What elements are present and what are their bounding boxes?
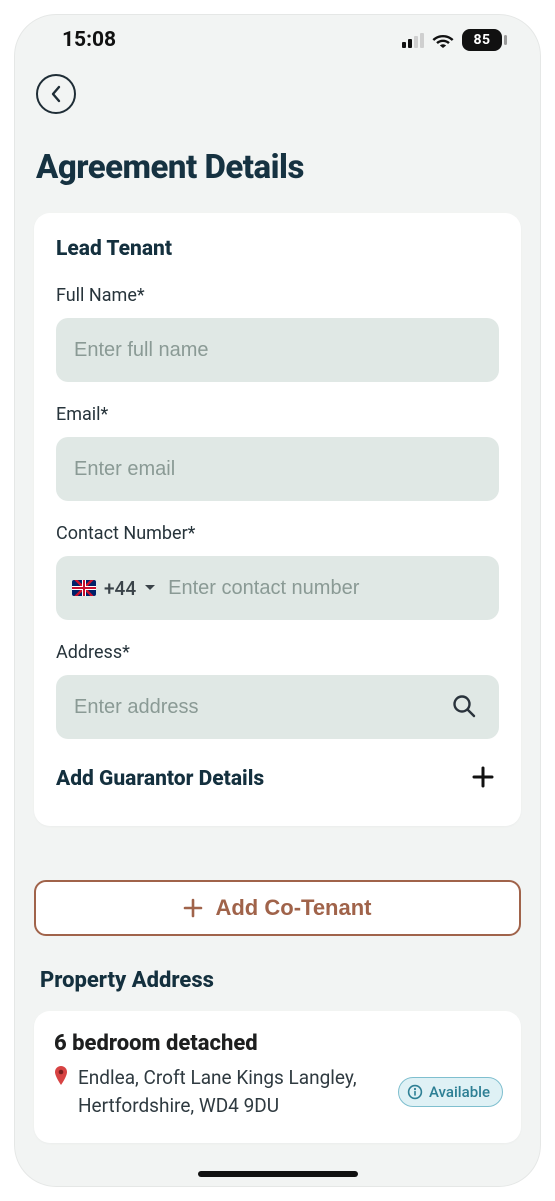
battery-level: 85 [473,32,490,48]
address-label: Address* [56,642,499,663]
plus-icon [183,898,203,918]
status-time: 15:08 [62,28,116,52]
cellular-signal-icon [402,32,424,48]
flag-uk-icon [72,580,96,596]
page-title: Agreement Details [36,148,521,187]
chevron-left-icon [49,85,63,103]
property-address-heading: Property Address [40,968,521,993]
status-indicators: 85 [402,29,507,51]
property-address: Endlea, Croft Lane Kings Langley, Hertfo… [54,1064,384,1119]
lead-tenant-heading: Lead Tenant [56,237,499,261]
search-icon [451,693,477,719]
property-title: 6 bedroom detached [54,1031,503,1056]
address-search-button[interactable] [445,687,483,728]
info-icon [407,1084,423,1100]
plus-icon [471,765,495,789]
wifi-icon [432,32,454,48]
full-name-input[interactable] [72,338,483,363]
contact-number-input[interactable] [166,576,483,601]
country-code-value: +44 [104,577,136,600]
field-full-name: Full Name* [56,285,499,382]
add-guarantor-label: Add Guarantor Details [56,767,264,791]
add-guarantor-button[interactable] [467,761,499,796]
field-email: Email* [56,404,499,501]
email-input[interactable] [72,457,483,482]
country-code-selector[interactable]: +44 [72,577,156,600]
address-input[interactable] [72,695,435,720]
lead-tenant-card: Lead Tenant Full Name* Email* Contact Nu… [34,213,521,826]
full-name-label: Full Name* [56,285,499,306]
status-bar: 15:08 85 [14,14,541,60]
availability-label: Available [429,1083,490,1101]
email-label: Email* [56,404,499,425]
back-button[interactable] [36,74,76,114]
home-indicator [198,1171,358,1177]
chevron-down-icon [144,583,156,593]
add-guarantor-row[interactable]: Add Guarantor Details [56,761,499,796]
field-address: Address* [56,642,499,739]
field-contact-number: Contact Number* +44 [56,523,499,620]
contact-number-label: Contact Number* [56,523,499,544]
property-address-text: Endlea, Croft Lane Kings Langley, Hertfo… [78,1064,384,1119]
battery-icon: 85 [462,29,507,51]
availability-badge: Available [398,1077,503,1107]
phone-frame: 15:08 85 Agreement Details Lead Tenant F… [0,0,555,1201]
map-pin-icon [54,1066,68,1119]
property-card: 6 bedroom detached Endlea, Croft Lane Ki… [34,1011,521,1143]
add-co-tenant-label: Add Co-Tenant [215,895,371,921]
add-co-tenant-button[interactable]: Add Co-Tenant [34,880,521,936]
